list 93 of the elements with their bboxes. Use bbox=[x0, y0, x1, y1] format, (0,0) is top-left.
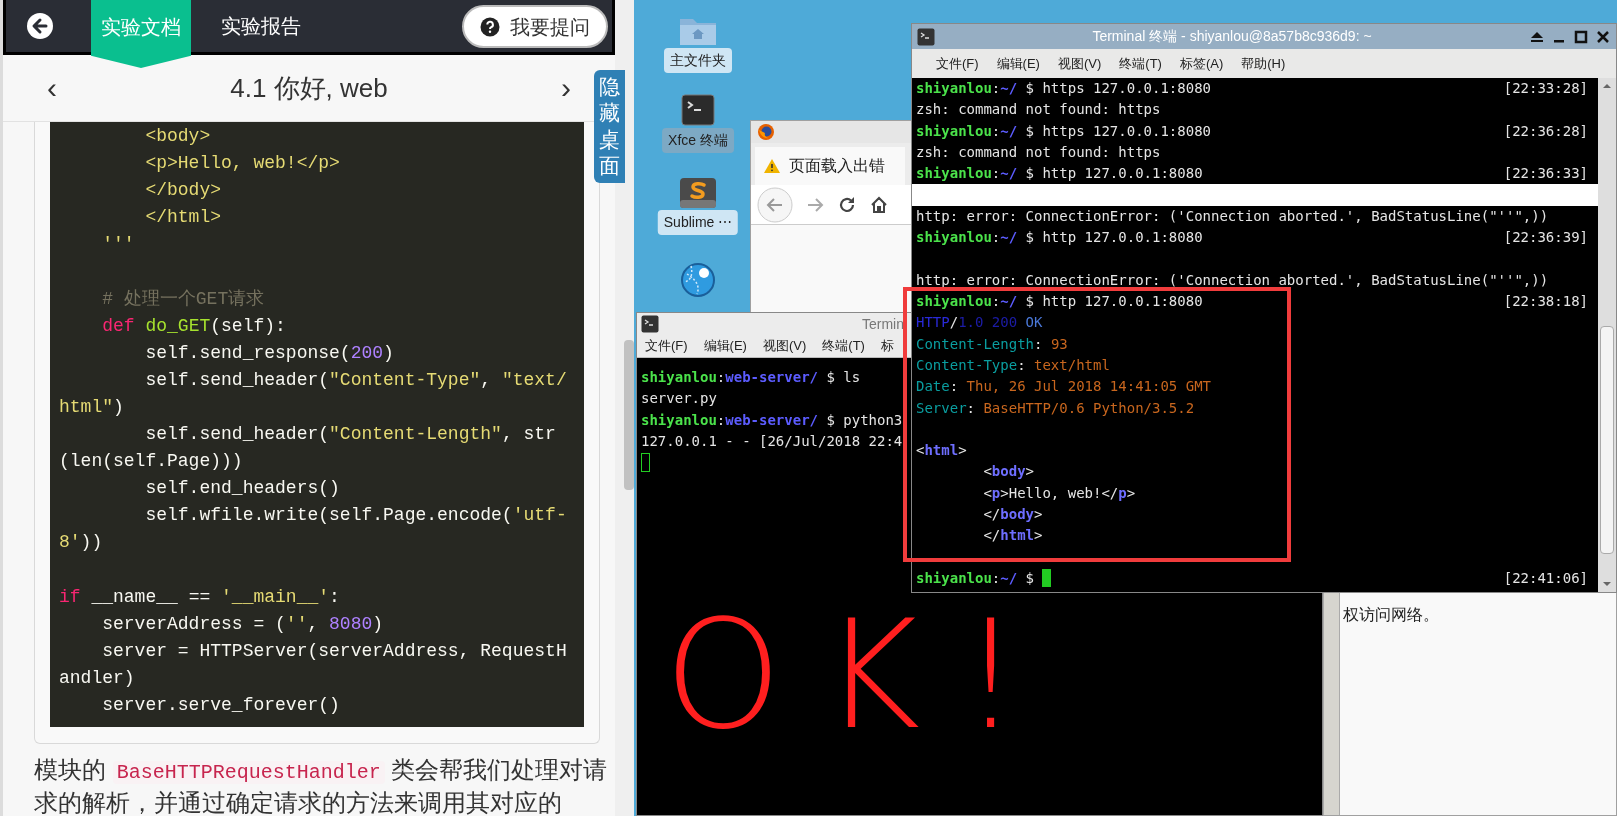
code-line: def do_GET(self): bbox=[101, 315, 286, 336]
code-line: andler) bbox=[59, 667, 135, 688]
terminal-line: </body> bbox=[982, 505, 1043, 525]
code-line: </html> bbox=[144, 207, 222, 228]
window-title: Terminal 终端 - shiyanlou@8a57b8c936d9: ~ bbox=[1091, 27, 1373, 46]
code-line: self.end_headers() bbox=[144, 478, 340, 499]
code-line: server.serve_forever() bbox=[101, 694, 340, 715]
terminal-line: Date: Thu, 26 Jul 2018 14:41:05 GMT bbox=[916, 377, 1211, 397]
terminal-line: zsh: command not found: https bbox=[916, 100, 1161, 120]
timestamp: [22:36:28] bbox=[1503, 121, 1588, 141]
previous-button[interactable]: ‹ bbox=[47, 73, 57, 103]
code-line: <p>Hello, web!</p> bbox=[144, 153, 340, 174]
terminal-line: shiyanlou:~/ $ http 127.0.0.1:8080 bbox=[916, 164, 1203, 184]
terminal-line: Content-Length: 93 bbox=[916, 334, 1068, 354]
terminal-icon[interactable] bbox=[681, 94, 715, 126]
menu-item[interactable]: 标签(A) bbox=[1171, 53, 1232, 74]
code-line: <body> bbox=[144, 126, 211, 146]
scrollbar-thumb[interactable] bbox=[1600, 326, 1614, 554]
code-line: (len(self.Page))) bbox=[59, 451, 243, 472]
terminal-line: <html> bbox=[916, 441, 967, 461]
terminal-line: shiyanlou:web-server/ $ ls bbox=[641, 368, 861, 388]
globe-icon[interactable] bbox=[680, 262, 716, 298]
terminal-line: shiyanlou:web-server/ $ python3 bbox=[641, 410, 903, 430]
terminal-line: Server: BaseHTTP/0.6 Python/3.5.2 bbox=[916, 398, 1195, 418]
code-line: self.send_header("Content-Type", "text/ bbox=[144, 369, 567, 390]
terminal-line: <body> bbox=[982, 462, 1034, 482]
browser-tab[interactable]: 页面载入出错 bbox=[755, 147, 905, 185]
terminal-line: 127.0.0.1 - - [26/Jul/2018 22:4 bbox=[641, 432, 903, 452]
menu-item[interactable]: 文件(F) bbox=[928, 53, 987, 74]
code-line: ''' bbox=[101, 234, 135, 255]
terminal-line: <p>Hello, web!</p> bbox=[982, 483, 1136, 503]
text-cursor bbox=[1042, 569, 1052, 588]
code-line: 8')) bbox=[59, 532, 103, 553]
code-line: </body> bbox=[144, 180, 222, 201]
code-line: server = HTTPServer(serverAddress, RequestH bbox=[101, 640, 567, 661]
terminal-icon bbox=[917, 27, 935, 46]
question-icon bbox=[480, 16, 500, 37]
terminal-line: shiyanlou:~/ $ http 127.0.0.1:8080 bbox=[916, 228, 1203, 248]
code-line: # 处理一个GET请求 bbox=[101, 288, 265, 309]
terminal-line: HTTP/1.0 200 OK bbox=[916, 313, 1043, 333]
menu-item[interactable]: 编辑(E) bbox=[988, 53, 1048, 74]
terminal-line: Content-Type: text/html bbox=[916, 356, 1110, 375]
code-line: if __name__ == '__main__': bbox=[59, 586, 340, 607]
terminal-line: zsh: command not found: https bbox=[916, 143, 1161, 163]
code-line: self.send_response(200) bbox=[144, 342, 394, 363]
code-line: self.wfile.write(self.Page.encode('utf- bbox=[144, 505, 567, 526]
inline-code: BaseHTTPRequestHandler bbox=[112, 761, 385, 785]
terminal-icon bbox=[641, 315, 659, 333]
desktop-icon-label[interactable]: Sublime ⋯ bbox=[657, 210, 739, 235]
close-icon[interactable] bbox=[1595, 28, 1611, 45]
timestamp: [22:38:18] bbox=[1503, 292, 1588, 312]
menu-item[interactable]: 终端(T) bbox=[1111, 53, 1170, 74]
desktop-icon-label[interactable]: Xfce 终端 bbox=[662, 128, 734, 153]
terminal-line: server.py bbox=[641, 389, 717, 409]
desktop-icon-label[interactable]: 主文件夹 bbox=[664, 48, 732, 73]
menu-item[interactable]: 终端(T) bbox=[814, 336, 873, 356]
menu-item[interactable]: 文件(F) bbox=[637, 336, 696, 356]
next-button[interactable]: › bbox=[561, 73, 571, 103]
maximize-icon[interactable] bbox=[1573, 28, 1589, 45]
handwritten-annotation: OK! bbox=[664, 600, 1061, 750]
code-line: html") bbox=[59, 396, 124, 417]
sublime-text-icon[interactable] bbox=[678, 176, 718, 210]
browser-logo-icon bbox=[757, 123, 775, 141]
terminal-line: </html> bbox=[982, 526, 1043, 546]
scrollbar-thumb[interactable] bbox=[624, 340, 634, 490]
window-title: Termin bbox=[862, 314, 904, 334]
warning-icon bbox=[763, 158, 781, 174]
menu-item[interactable]: 帮助(H) bbox=[1233, 53, 1294, 74]
terminal-line: http: error: ConnectionError: ('Connection aborted.', BadStatusLine("''",)) bbox=[916, 206, 1549, 226]
terminal-line: shiyanlou:~/ $ http 127.0.0.1:8080 bbox=[916, 292, 1203, 312]
code-line: self.send_header("Content-Length", str bbox=[144, 424, 556, 445]
code-line: serverAddress = ('', 8080) bbox=[101, 613, 384, 634]
timestamp: [22:36:39] bbox=[1503, 228, 1588, 248]
menu-item[interactable]: 视图(V) bbox=[1049, 53, 1110, 74]
ask-question-button[interactable]: 我要提问 bbox=[462, 5, 608, 48]
home-icon[interactable] bbox=[869, 194, 889, 215]
terminal-line: shiyanlou:~/ $ https 127.0.0.1:8080 bbox=[916, 121, 1212, 141]
timestamp: [22:41:06] bbox=[1503, 568, 1588, 588]
menu-item[interactable]: 标 bbox=[872, 336, 902, 356]
menu-item[interactable]: 编辑(E) bbox=[695, 336, 755, 356]
timestamp: [22:36:33] bbox=[1503, 164, 1588, 184]
tab[interactable]: 实验报告 bbox=[211, 0, 311, 52]
hide-desktop-tab[interactable]: 隐藏桌面 bbox=[594, 70, 625, 183]
timestamp: [22:33:28] bbox=[1503, 79, 1588, 99]
lesson-title: 4.1 你好, web bbox=[230, 71, 388, 105]
menu-item[interactable]: 视图(V) bbox=[754, 336, 815, 356]
back-icon[interactable] bbox=[26, 12, 54, 40]
page-text: 权访问网络。 bbox=[1343, 605, 1439, 625]
terminal-line: shiyanlou:~/ $ https 127.0.0.1:8080 bbox=[916, 79, 1212, 99]
text-cursor bbox=[641, 453, 650, 473]
terminal-line: http: error: ConnectionError: ('Connection aborted.', BadStatusLine("''",)) bbox=[916, 270, 1549, 290]
paragraph: 模块的 BaseHTTPRequestHandler 类会帮我们处理对请求的解析，并通过确定请求的方法来调用其对应的 bbox=[34, 755, 609, 816]
terminal-line: shiyanlou:~/ $ bbox=[916, 567, 1052, 589]
